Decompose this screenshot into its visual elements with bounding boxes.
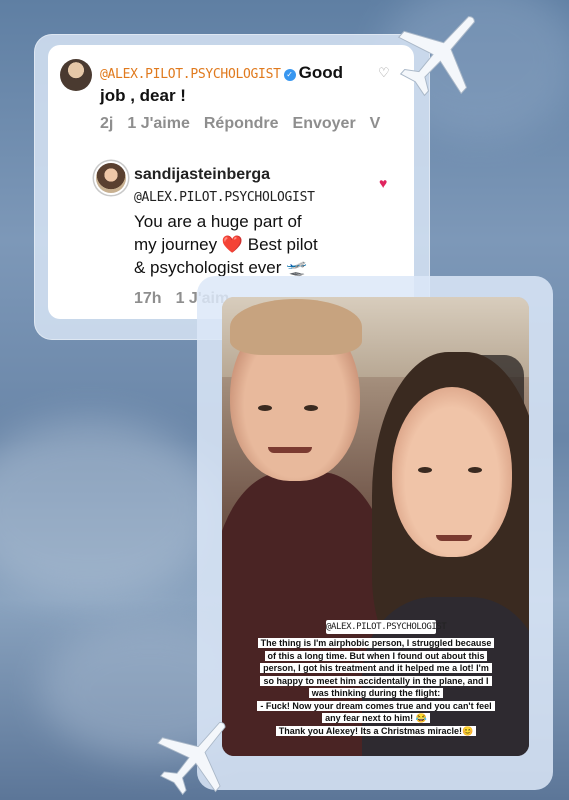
reply-button[interactable]: Répondre bbox=[204, 115, 279, 132]
woman-eye bbox=[468, 467, 482, 473]
woman-eye bbox=[418, 467, 432, 473]
reply-line: my journey ❤️ Best pilot bbox=[134, 235, 318, 254]
woman-face bbox=[392, 387, 512, 557]
more-button[interactable]: V bbox=[370, 115, 381, 132]
airplane-icon bbox=[397, 16, 475, 97]
background-cloud bbox=[0, 420, 220, 600]
caption-line: The thing is I'm airphobic person, I str… bbox=[257, 638, 495, 648]
reply-line: You are a huge part of bbox=[134, 212, 302, 231]
caption-line: - Fuck! Now your dream comes true and yo… bbox=[257, 700, 495, 711]
reply-time: 17h bbox=[134, 290, 162, 307]
avatar[interactable] bbox=[60, 59, 92, 91]
comment-header: @ALEX.PILOT.PSYCHOLOGIST ✓ Good bbox=[100, 62, 414, 84]
caption-line: so happy to meet him accidentally in the… bbox=[260, 675, 492, 686]
story-caption: The thing is I'm airphobic person, I str… bbox=[234, 637, 518, 737]
man-hair bbox=[230, 299, 362, 355]
reply-text: You are a huge part of my journey ❤️ Bes… bbox=[134, 210, 318, 279]
reply-mention[interactable]: @ALEX.PILOT.PSYCHOLOGIST bbox=[134, 190, 315, 205]
send-button[interactable]: Envoyer bbox=[293, 115, 356, 132]
woman-smile bbox=[436, 535, 472, 541]
caption-line: of this a long time. But when I found ou… bbox=[264, 650, 488, 661]
likes-count[interactable]: 1 J'aime bbox=[127, 115, 190, 132]
caption-line: was thinking during the flight: bbox=[308, 688, 444, 698]
like-heart-icon[interactable]: ♡ bbox=[378, 65, 390, 81]
man-eye bbox=[304, 405, 318, 411]
man-eye bbox=[258, 405, 272, 411]
story-mention-tag[interactable]: @ALEX.PILOT.PSYCHOLOGIST bbox=[326, 620, 447, 634]
comment-handle[interactable]: @ALEX.PILOT.PSYCHOLOGIST bbox=[100, 67, 281, 82]
comment-time: 2j bbox=[100, 115, 114, 132]
avatar[interactable] bbox=[96, 163, 126, 193]
man-smile bbox=[268, 447, 312, 453]
comment-text: job , dear ! bbox=[100, 86, 186, 105]
caption-line: Thank you Alexey! Its a Christmas miracl… bbox=[275, 725, 477, 736]
reply-username[interactable]: sandijasteinberga bbox=[134, 166, 270, 184]
verified-icon: ✓ bbox=[283, 69, 296, 81]
comment-actions: 2j 1 J'aime Répondre Envoyer V bbox=[100, 115, 394, 133]
liked-heart-icon[interactable]: ♥ bbox=[379, 175, 387, 191]
comment-text-inline: Good bbox=[298, 63, 344, 82]
caption-line: any fear next to him! 😂 bbox=[322, 713, 430, 723]
airplane-icon bbox=[157, 722, 226, 796]
caption-line: person, I got his treatment and it helpe… bbox=[260, 663, 492, 673]
